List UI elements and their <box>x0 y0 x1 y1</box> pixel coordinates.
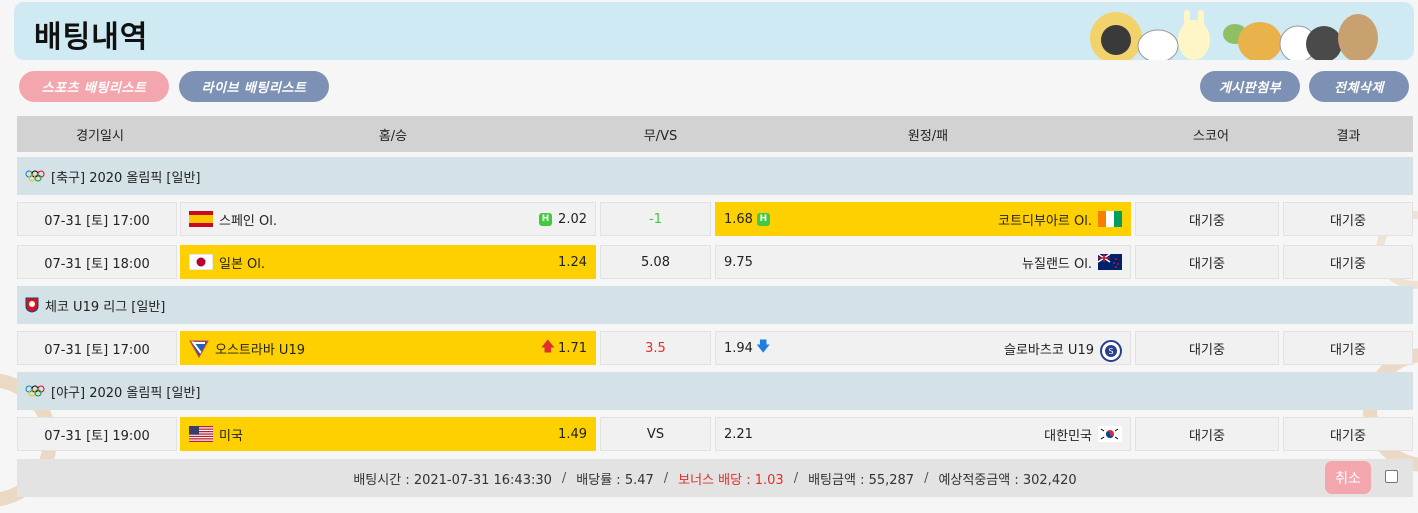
mascot-characters-icon <box>1090 10 1378 60</box>
handicap-badge-icon: H <box>756 212 770 226</box>
match-score: 대기중 <box>1135 245 1279 279</box>
column-result: 결과 <box>1336 128 1361 144</box>
match-result: 대기중 <box>1283 245 1413 279</box>
home-odds-button[interactable]: 미국 1.49 <box>180 417 596 451</box>
league-header: 체코 U19 리그 [일반] <box>17 286 1413 324</box>
page-header: 배팅내역 <box>14 2 1414 60</box>
league-name: 체코 U19 리그 [일반] <box>45 299 166 315</box>
table-row: 07-31 [토] 19:00 미국 1.49 VS 2.21 대한민국 대기중… <box>17 415 1413 453</box>
down-arrow-icon: 🡇 <box>755 339 771 355</box>
ostrava-club-logo-icon <box>189 340 209 359</box>
up-arrow-icon: 🡅 <box>540 339 556 355</box>
match-datetime: 07-31 [토] 18:00 <box>17 245 177 279</box>
match-score: 대기중 <box>1135 202 1279 236</box>
page-title: 배팅내역 <box>34 20 149 55</box>
column-draw: 무/VS <box>643 128 678 144</box>
separator: / <box>793 470 799 486</box>
ivory-coast-flag-icon <box>1098 211 1122 227</box>
match-datetime: 07-31 [토] 19:00 <box>17 417 177 451</box>
away-odds-button[interactable]: 2.21 대한민국 <box>715 417 1131 451</box>
svg-text:S: S <box>1108 347 1113 356</box>
cancel-button[interactable]: 취소 <box>1325 461 1371 494</box>
tab-live-betting-list[interactable]: 라이브 배팅리스트 <box>179 71 329 102</box>
table-row: 07-31 [토] 17:00 오스트라바 U19 🡅 1.71 3.5 1.9… <box>17 329 1413 367</box>
table-row: 07-31 [토] 18:00 일본 Ol. 1.24 5.08 9.75 뉴질… <box>17 243 1413 281</box>
league-name: [야구] 2020 올림픽 [일반] <box>51 385 201 401</box>
league-header: [야구] 2020 올림픽 [일반] <box>17 372 1413 410</box>
column-score: 스코어 <box>1193 128 1229 144</box>
away-odds-button[interactable]: 1.94 🡇 슬로바츠코 U19 S <box>715 331 1131 365</box>
match-result: 대기중 <box>1283 202 1413 236</box>
bet-summary: 배팅시간 : 2021-07-31 16:43:30 / 배당률 : 5.47 … <box>17 459 1413 497</box>
slovacko-club-logo-icon: S <box>1100 340 1122 362</box>
separator: / <box>924 470 929 486</box>
match-datetime: 07-31 [토] 17:00 <box>17 202 177 236</box>
league-name: [축구] 2020 올림픽 [일반] <box>51 170 201 186</box>
draw-odds-button[interactable]: 5.08 <box>600 245 711 279</box>
bet-rate: 배당률 : 5.47 <box>576 472 654 488</box>
olympic-rings-icon <box>25 385 45 397</box>
draw-odds-button[interactable]: -1 <box>600 202 711 236</box>
spain-flag-icon <box>189 211 213 227</box>
select-checkbox[interactable] <box>1385 470 1398 483</box>
league-header: [축구] 2020 올림픽 [일반] <box>17 157 1413 195</box>
home-odds-button[interactable]: 스페인 Ol. H 2.02 <box>180 202 596 236</box>
column-away: 원정/패 <box>907 128 949 144</box>
usa-flag-icon <box>189 426 213 442</box>
board-attach-button[interactable]: 게시판첨부 <box>1200 71 1300 102</box>
separator: / <box>663 470 669 486</box>
japan-flag-icon <box>188 253 214 271</box>
column-datetime: 경기일시 <box>76 128 124 144</box>
column-home: 홈/승 <box>378 128 408 144</box>
match-result: 대기중 <box>1283 417 1413 451</box>
new-zealand-flag-icon <box>1097 253 1122 270</box>
match-result: 대기중 <box>1283 331 1413 365</box>
table-header: 경기일시 홈/승 무/VS 원정/패 스코어 결과 <box>17 116 1413 152</box>
match-score: 대기중 <box>1135 331 1279 365</box>
korea-flag-icon <box>1098 426 1122 442</box>
match-datetime: 07-31 [토] 17:00 <box>17 331 177 365</box>
table-row: 07-31 [토] 17:00 스페인 Ol. H 2.02 -1 1.68 H… <box>17 200 1413 238</box>
away-odds-button[interactable]: 1.68 H 코트디부아르 Ol. <box>715 202 1131 236</box>
draw-odds-button[interactable]: 3.5 <box>600 331 711 365</box>
separator: / <box>561 470 567 486</box>
handicap-badge-icon: H <box>539 212 553 226</box>
olympic-rings-icon <box>25 170 45 182</box>
bonus-rate: 보너스 배당 : 1.03 <box>678 472 784 488</box>
tab-sports-betting-list[interactable]: 스포츠 배팅리스트 <box>19 71 169 102</box>
home-odds-button[interactable]: 일본 Ol. 1.24 <box>180 245 596 279</box>
expected-winnings: 예상적중금액 : 302,420 <box>938 472 1077 488</box>
away-odds-button[interactable]: 9.75 뉴질랜드 Ol. <box>715 245 1131 279</box>
draw-odds-button[interactable]: VS <box>600 417 711 451</box>
match-score: 대기중 <box>1135 417 1279 451</box>
bet-time: 배팅시간 : 2021-07-31 16:43:30 <box>353 472 552 488</box>
bet-amount: 배팅금액 : 55,287 <box>808 472 915 488</box>
delete-all-button[interactable]: 전체삭제 <box>1309 71 1409 102</box>
czech-league-icon <box>25 297 39 313</box>
home-odds-button[interactable]: 오스트라바 U19 🡅 1.71 <box>180 331 596 365</box>
